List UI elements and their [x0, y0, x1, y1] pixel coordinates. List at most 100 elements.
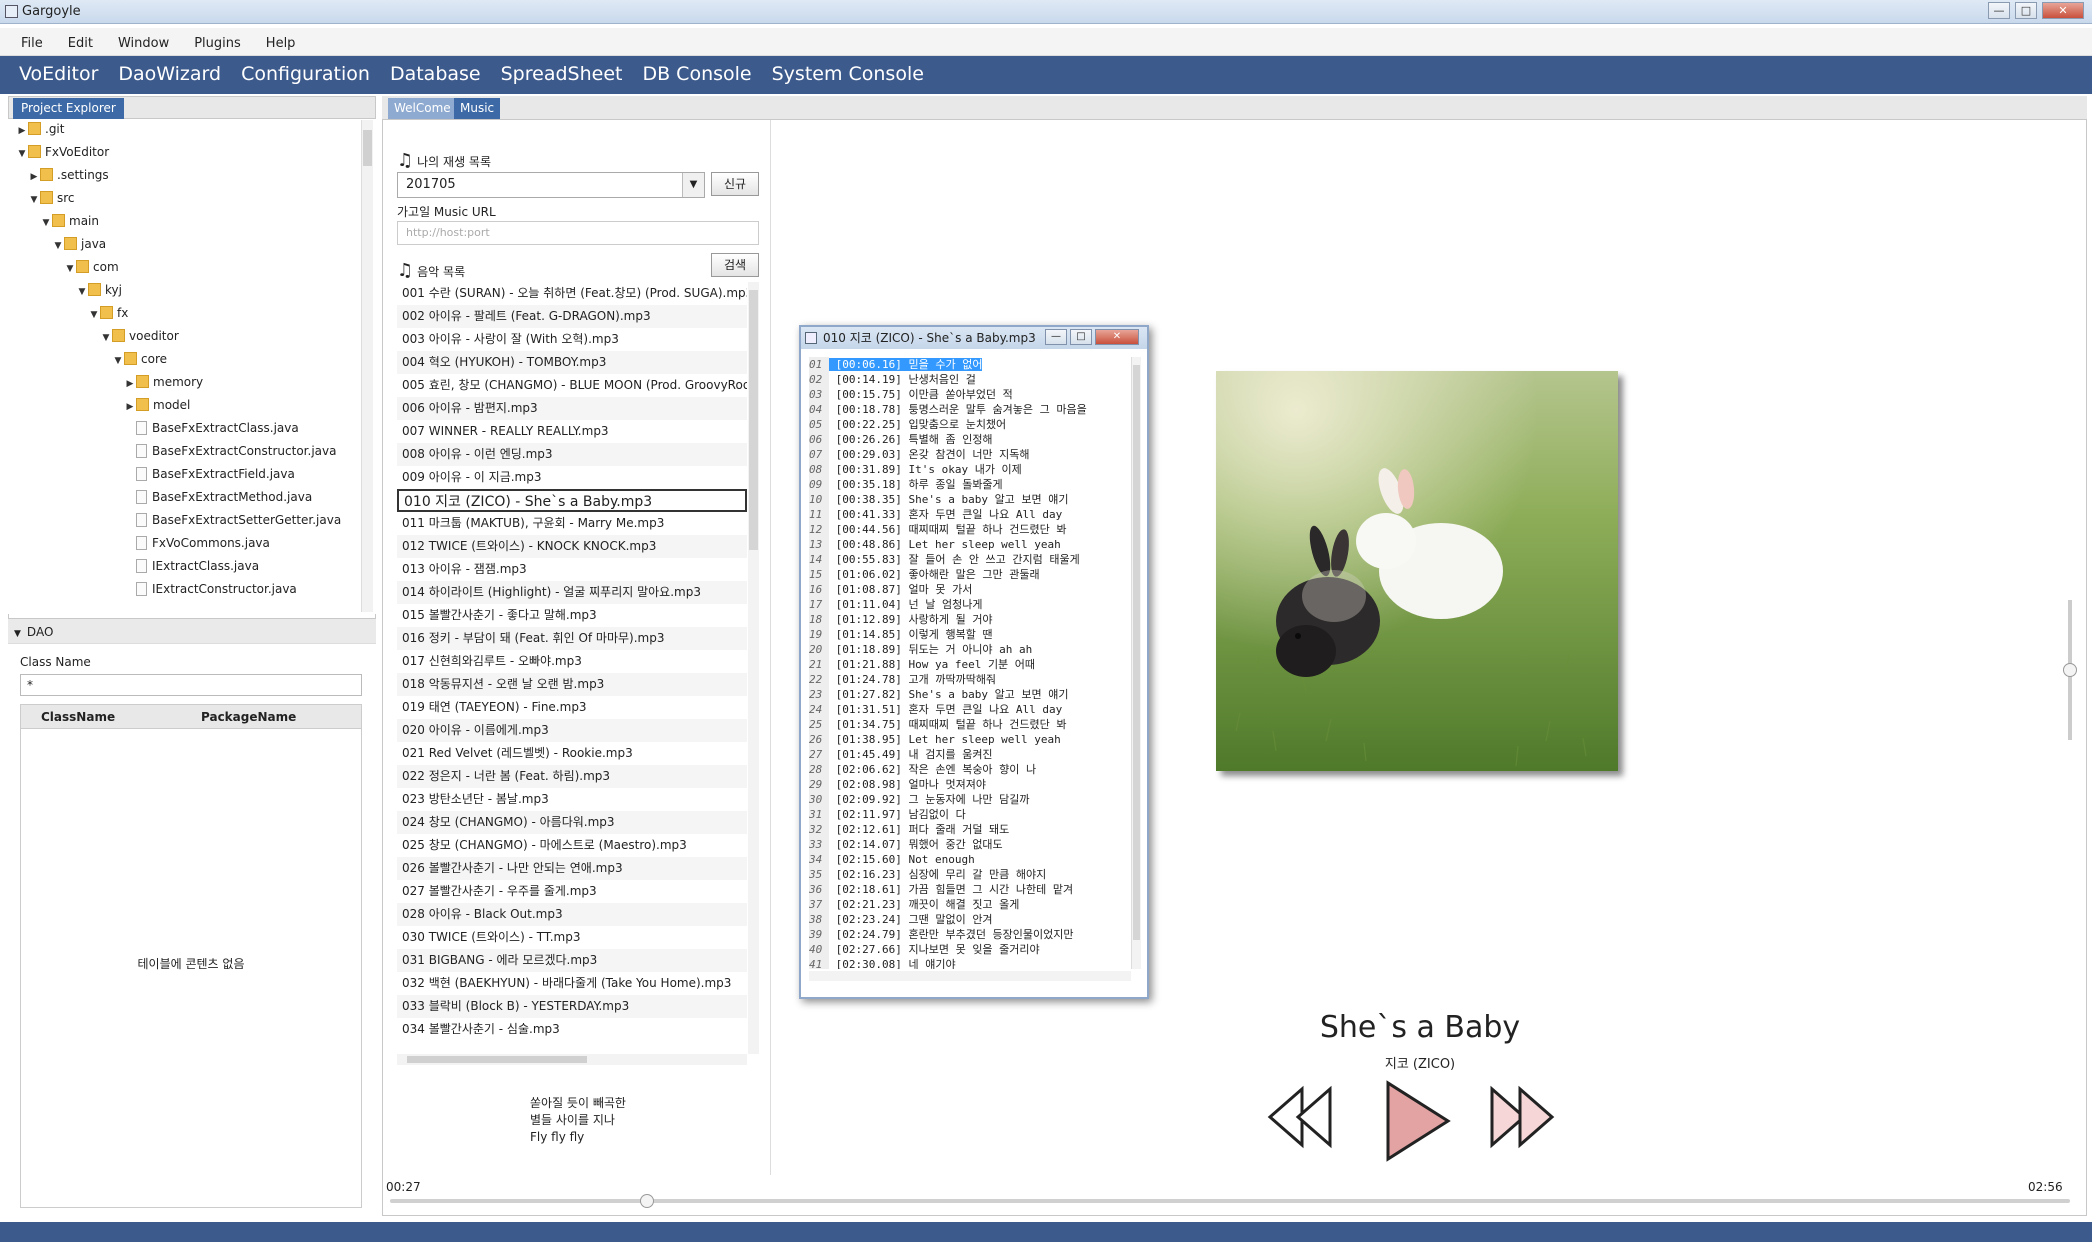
song-item[interactable]: 014 하이라이트 (Highlight) - 얼굴 찌푸리지 말아요.mp3: [397, 581, 747, 604]
tree-item[interactable]: ▶ .git: [16, 119, 64, 139]
chevron-down-icon[interactable]: ▼: [88, 305, 100, 325]
song-item[interactable]: 008 아이유 - 이런 엔딩.mp3: [397, 443, 747, 466]
chevron-down-icon[interactable]: ▼: [76, 282, 88, 302]
song-item[interactable]: 009 아이유 - 이 지금.mp3: [397, 466, 747, 489]
song-item[interactable]: 007 WINNER - REALLY REALLY.mp3: [397, 420, 747, 443]
lyrics-window[interactable]: 010 지코 (ZICO) - She`s a Baby.mp3 — □ ✕ 0…: [799, 325, 1149, 999]
song-item[interactable]: 025 창모 (CHANGMO) - 마에스트로 (Maestro).mp3: [397, 834, 747, 857]
main-menu-spreadsheet[interactable]: SpreadSheet: [501, 56, 623, 92]
tree-item[interactable]: ▼ fx: [88, 303, 128, 323]
minimize-button[interactable]: —: [1045, 329, 1067, 345]
song-item[interactable]: 004 혁오 (HYUKOH) - TOMBOY.mp3: [397, 351, 747, 374]
lyrics-scroll-thumb[interactable]: [1133, 365, 1140, 940]
tree-item[interactable]: ▶ model: [124, 395, 190, 415]
song-list-hscroll-thumb[interactable]: [407, 1056, 587, 1063]
chevron-right-icon[interactable]: ▶: [124, 374, 136, 394]
maximize-button[interactable]: □: [1070, 329, 1092, 345]
lyrics-text[interactable]: 01 [00:06.16] 믿을 수가 없어 02 [00:14.19] 난생처음…: [809, 357, 1129, 969]
song-item[interactable]: 030 TWICE (트와이스) - TT.mp3: [397, 926, 747, 949]
song-item[interactable]: 015 볼빨간사춘기 - 좋다고 말해.mp3: [397, 604, 747, 627]
rewind-icon[interactable]: [1267, 1085, 1332, 1149]
tree-item[interactable]: FxVoCommons.java: [124, 533, 270, 553]
lyrics-hscrollbar[interactable]: [809, 971, 1131, 981]
tree-item[interactable]: ▼ com: [64, 257, 119, 277]
chevron-right-icon[interactable]: ▶: [16, 121, 28, 141]
chevron-down-icon[interactable]: ▼: [100, 328, 112, 348]
song-item[interactable]: 021 Red Velvet (레드벨벳) - Rookie.mp3: [397, 742, 747, 765]
song-item[interactable]: 028 아이유 - Black Out.mp3: [397, 903, 747, 926]
lyrics-scrollbar[interactable]: [1131, 357, 1141, 969]
song-item[interactable]: 001 수란 (SURAN) - 오늘 취하면 (Feat.창모) (Prod.…: [397, 282, 747, 305]
tree-item[interactable]: ▼ core: [112, 349, 167, 369]
fast-forward-icon[interactable]: [1490, 1085, 1555, 1149]
menu-item-plugins[interactable]: Plugins: [194, 32, 250, 51]
song-item[interactable]: 027 볼빨간사춘기 - 우주를 줄게.mp3: [397, 880, 747, 903]
main-menu-database[interactable]: Database: [390, 56, 481, 92]
song-item[interactable]: 011 마크툽 (MAKTUB), 구윤회 - Marry Me.mp3: [397, 512, 747, 535]
song-item[interactable]: 031 BIGBANG - 에라 모르겠다.mp3: [397, 949, 747, 972]
tree-item[interactable]: BaseFxExtractConstructor.java: [124, 441, 336, 461]
chevron-down-icon[interactable]: ▼: [52, 236, 64, 256]
column-header-packagename[interactable]: PackageName: [201, 705, 296, 729]
tree-item[interactable]: ▼ FxVoEditor: [16, 142, 109, 162]
song-item[interactable]: 003 아이유 - 사랑이 잘 (With 오혁).mp3: [397, 328, 747, 351]
music-url-input[interactable]: http://host:port: [397, 221, 759, 245]
song-item[interactable]: 024 창모 (CHANGMO) - 아름다워.mp3: [397, 811, 747, 834]
class-name-input[interactable]: *: [20, 674, 362, 696]
tree-item[interactable]: BaseFxExtractMethod.java: [124, 487, 312, 507]
tree-item[interactable]: BaseFxExtractClass.java: [124, 418, 299, 438]
chevron-down-icon[interactable]: ▼: [64, 259, 76, 279]
tree-item[interactable]: ▼ voeditor: [100, 326, 179, 346]
chevron-down-icon[interactable]: ▼: [28, 190, 40, 210]
chevron-down-icon[interactable]: ▼: [40, 213, 52, 233]
new-playlist-button[interactable]: 신규: [711, 172, 759, 196]
seek-handle[interactable]: [640, 1194, 655, 1208]
playlist-select[interactable]: 201705 ▼: [397, 172, 705, 198]
dao-panel-header[interactable]: ▼ DAO: [8, 618, 376, 644]
song-item[interactable]: 012 TWICE (트와이스) - KNOCK KNOCK.mp3: [397, 535, 747, 558]
tree-item[interactable]: ▼ src: [28, 188, 75, 208]
chevron-right-icon[interactable]: ▶: [124, 397, 136, 417]
song-item[interactable]: 023 방탄소년단 - 봄날.mp3: [397, 788, 747, 811]
song-item[interactable]: 018 악동뮤지션 - 오랜 날 오랜 밤.mp3: [397, 673, 747, 696]
song-item[interactable]: 022 정은지 - 너란 봄 (Feat. 하림).mp3: [397, 765, 747, 788]
song-list-hscrollbar[interactable]: [397, 1054, 747, 1065]
tab-music[interactable]: Music: [454, 98, 501, 119]
tree-item[interactable]: ▼ main: [40, 211, 99, 231]
main-menu-voeditor[interactable]: VoEditor: [19, 56, 98, 92]
menu-item-help[interactable]: Help: [266, 32, 305, 51]
song-item[interactable]: 013 아이유 - 잼잼.mp3: [397, 558, 747, 581]
main-menu-system-console[interactable]: System Console: [772, 56, 924, 92]
maximize-button[interactable]: □: [2015, 2, 2037, 19]
song-item[interactable]: 034 볼빨간사춘기 - 심술.mp3: [397, 1018, 747, 1041]
tree-item[interactable]: IExtractClass.java: [124, 556, 259, 576]
chevron-down-icon[interactable]: ▼: [112, 351, 124, 371]
tab-project-explorer[interactable]: Project Explorer: [13, 98, 124, 119]
song-item[interactable]: 002 아이유 - 팔레트 (Feat. G-DRAGON).mp3: [397, 305, 747, 328]
main-menu-daowizard[interactable]: DaoWizard: [118, 56, 221, 92]
close-button[interactable]: ✕: [2042, 2, 2084, 19]
chevron-down-icon[interactable]: ▼: [682, 173, 704, 197]
song-item[interactable]: 033 블락비 (Block B) - YESTERDAY.mp3: [397, 995, 747, 1018]
menu-item-file[interactable]: File: [21, 32, 52, 51]
song-item[interactable]: 005 효린, 창모 (CHANGMO) - BLUE MOON (Prod. …: [397, 374, 747, 397]
chevron-down-icon[interactable]: ▼: [16, 144, 28, 164]
volume-handle[interactable]: [2063, 663, 2077, 677]
main-menu-configuration[interactable]: Configuration: [241, 56, 370, 92]
song-item-selected[interactable]: 010 지코 (ZICO) - She`s a Baby.mp3: [397, 489, 747, 512]
search-button[interactable]: 검색: [711, 253, 759, 277]
play-icon[interactable]: [1386, 1080, 1451, 1162]
tree-item[interactable]: BaseFxExtractSetterGetter.java: [124, 510, 341, 530]
chevron-right-icon[interactable]: ▶: [28, 167, 40, 187]
tree-scrollbar[interactable]: [361, 120, 373, 612]
tree-scroll-thumb[interactable]: [363, 130, 372, 166]
tab-welcome[interactable]: WelCome: [388, 98, 457, 119]
main-menu-db-console[interactable]: DB Console: [642, 56, 751, 92]
song-list-scrollbar[interactable]: [748, 282, 759, 1054]
song-item[interactable]: 016 정키 - 부담이 돼 (Feat. 휘인 Of 마마무).mp3: [397, 627, 747, 650]
column-header-classname[interactable]: ClassName: [41, 705, 115, 729]
song-list-scroll-thumb[interactable]: [749, 290, 758, 550]
menu-item-edit[interactable]: Edit: [68, 32, 102, 51]
lyrics-window-titlebar[interactable]: 010 지코 (ZICO) - She`s a Baby.mp3 — □ ✕: [801, 327, 1147, 349]
minimize-button[interactable]: —: [1988, 2, 2010, 19]
